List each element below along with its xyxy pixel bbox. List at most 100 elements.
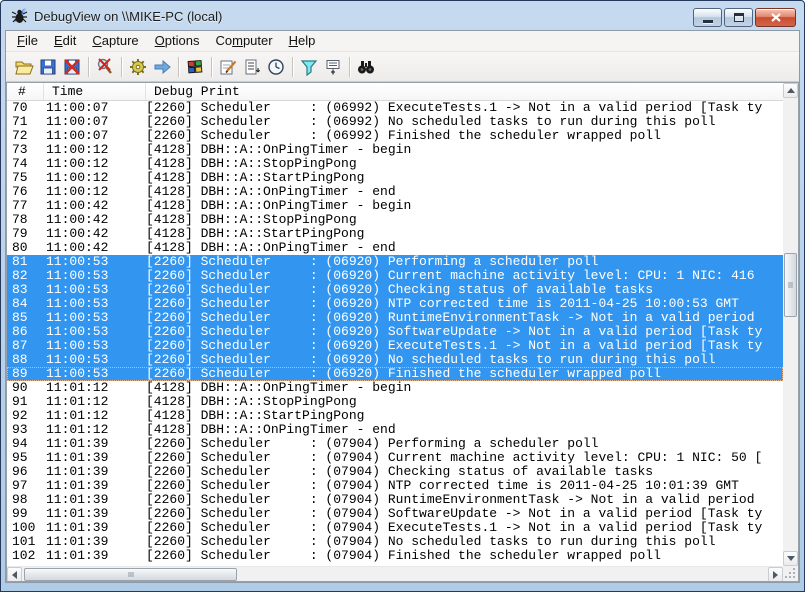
scroll-down-button[interactable] [783, 551, 798, 566]
log-row[interactable]: 8911:00:53[2260] Scheduler : (06920) Fin… [7, 367, 783, 381]
resize-grip[interactable] [783, 566, 798, 581]
menu-file[interactable]: File [9, 31, 46, 51]
log-row[interactable]: 7311:00:12[4128] DBH::A::OnPingTimer - b… [7, 143, 783, 157]
horizontal-scrollbar[interactable] [7, 566, 783, 581]
column-header-time[interactable]: Time [44, 83, 146, 100]
history-depth-button[interactable] [321, 55, 345, 79]
menu-computer[interactable]: Computer [207, 31, 280, 51]
log-row[interactable]: 10211:01:39[2260] Scheduler : (07904) Fi… [7, 549, 783, 563]
titlebar[interactable]: DebugView on \\MIKE-PC (local) [5, 1, 800, 30]
log-row[interactable]: 9411:01:39[2260] Scheduler : (07904) Per… [7, 437, 783, 451]
log-row[interactable]: 10111:01:39[2260] Scheduler : (07904) No… [7, 535, 783, 549]
log-row[interactable]: 8211:00:53[2260] Scheduler : (06920) Cur… [7, 269, 783, 283]
column-header-debug-print[interactable]: Debug Print [146, 83, 783, 100]
row-number: 94 [7, 437, 44, 451]
scroll-right-button[interactable] [768, 567, 783, 582]
always-on-top-button[interactable] [240, 55, 264, 79]
row-debug-print: [4128] DBH::A::StopPingPong [146, 395, 783, 409]
log-row[interactable]: 7811:00:42[4128] DBH::A::StopPingPong [7, 213, 783, 227]
row-debug-print: [2260] Scheduler : (07904) No scheduled … [146, 535, 783, 549]
log-row[interactable]: 7711:00:42[4128] DBH::A::OnPingTimer - b… [7, 199, 783, 213]
close-log-button[interactable] [60, 55, 84, 79]
log-row[interactable]: 9111:01:12[4128] DBH::A::StopPingPong [7, 395, 783, 409]
row-debug-print: [4128] DBH::A::OnPingTimer - end [146, 185, 783, 199]
close-button[interactable] [755, 8, 796, 27]
menu-capture[interactable]: Capture [84, 31, 146, 51]
clock-time-button[interactable] [264, 55, 288, 79]
scroll-left-button[interactable] [7, 567, 22, 582]
log-row[interactable]: 7011:00:07[2260] Scheduler : (06992) Exe… [7, 101, 783, 115]
row-time: 11:00:53 [44, 297, 146, 311]
arrow-right-icon [773, 571, 778, 579]
log-row[interactable]: 9911:01:39[2260] Scheduler : (07904) Sof… [7, 507, 783, 521]
row-debug-print: [2260] Scheduler : (06920) Finished the … [146, 367, 783, 381]
debugview-bug-icon[interactable] [11, 8, 28, 25]
row-number: 102 [7, 549, 44, 563]
log-row[interactable]: 9311:01:12[4128] DBH::A::OnPingTimer - e… [7, 423, 783, 437]
capture-toggle-button[interactable] [93, 55, 117, 79]
log-row[interactable]: 8611:00:53[2260] Scheduler : (06920) Sof… [7, 325, 783, 339]
menu-edit[interactable]: Edit [46, 31, 84, 51]
toolbar [6, 52, 799, 82]
row-debug-print: [2260] Scheduler : (06920) Performing a … [146, 255, 783, 269]
passthrough-button[interactable] [150, 55, 174, 79]
row-time: 11:00:53 [44, 339, 146, 353]
log-boot-button[interactable] [216, 55, 240, 79]
row-number: 86 [7, 325, 44, 339]
log-row[interactable]: 7911:00:42[4128] DBH::A::StartPingPong [7, 227, 783, 241]
log-row[interactable]: 8411:00:53[2260] Scheduler : (06920) NTP… [7, 297, 783, 311]
document-lines-icon [242, 57, 262, 77]
row-time: 11:00:12 [44, 185, 146, 199]
arrow-left-icon [12, 571, 17, 579]
column-header-number[interactable]: # [7, 83, 44, 100]
log-list: # Time Debug Print 7011:00:07[2260] Sche… [6, 82, 799, 582]
horizontal-scroll-thumb[interactable] [24, 568, 237, 581]
log-row[interactable]: 8811:00:53[2260] Scheduler : (06920) No … [7, 353, 783, 367]
row-number: 85 [7, 311, 44, 325]
scroll-up-button[interactable] [783, 83, 798, 98]
log-row[interactable]: 9611:01:39[2260] Scheduler : (07904) Che… [7, 465, 783, 479]
row-time: 11:00:53 [44, 353, 146, 367]
vertical-scrollbar[interactable] [783, 83, 798, 566]
menu-help[interactable]: Help [281, 31, 324, 51]
open-log-button[interactable] [12, 55, 36, 79]
log-row[interactable]: 9811:01:39[2260] Scheduler : (07904) Run… [7, 493, 783, 507]
log-row[interactable]: 7211:00:07[2260] Scheduler : (06992) Fin… [7, 129, 783, 143]
log-row[interactable]: 9711:01:39[2260] Scheduler : (07904) NTP… [7, 479, 783, 493]
capture-global-button[interactable] [126, 55, 150, 79]
log-row[interactable]: 8511:00:53[2260] Scheduler : (06920) Run… [7, 311, 783, 325]
row-time: 11:01:12 [44, 381, 146, 395]
toolbar-separator [292, 57, 293, 77]
log-row[interactable]: 8711:00:53[2260] Scheduler : (06920) Exe… [7, 339, 783, 353]
row-debug-print: [4128] DBH::A::StartPingPong [146, 171, 783, 185]
menu-options[interactable]: Options [147, 31, 208, 51]
row-time: 11:00:12 [44, 171, 146, 185]
find-button[interactable] [354, 55, 378, 79]
row-number: 75 [7, 171, 44, 185]
log-row[interactable]: 9211:01:12[4128] DBH::A::StartPingPong [7, 409, 783, 423]
minimize-button[interactable] [693, 8, 722, 27]
log-row[interactable]: 8011:00:42[4128] DBH::A::OnPingTimer - e… [7, 241, 783, 255]
row-debug-print: [2260] Scheduler : (07904) ExecuteTests.… [146, 521, 783, 535]
row-time: 11:01:39 [44, 549, 146, 563]
log-row[interactable]: 7611:00:12[4128] DBH::A::OnPingTimer - e… [7, 185, 783, 199]
vertical-scroll-thumb[interactable] [784, 253, 797, 317]
log-row[interactable]: 9011:01:12[4128] DBH::A::OnPingTimer - b… [7, 381, 783, 395]
notepad-pencil-icon [218, 57, 238, 77]
row-debug-print: [2260] Scheduler : (07904) Finished the … [146, 549, 783, 563]
row-debug-print: [4128] DBH::A::StartPingPong [146, 409, 783, 423]
filter-highlight-button[interactable] [297, 55, 321, 79]
capture-win32-button[interactable] [183, 55, 207, 79]
log-row[interactable]: 7411:00:12[4128] DBH::A::StopPingPong [7, 157, 783, 171]
log-row[interactable]: 8311:00:53[2260] Scheduler : (06920) Che… [7, 283, 783, 297]
log-row[interactable]: 7111:00:07[2260] Scheduler : (06992) No … [7, 115, 783, 129]
log-row[interactable]: 9511:01:39[2260] Scheduler : (07904) Cur… [7, 451, 783, 465]
maximize-button[interactable] [724, 8, 753, 27]
row-number: 89 [7, 367, 44, 381]
save-log-button[interactable] [36, 55, 60, 79]
log-row[interactable]: 10011:01:39[2260] Scheduler : (07904) Ex… [7, 521, 783, 535]
log-row[interactable]: 7511:00:12[4128] DBH::A::StartPingPong [7, 171, 783, 185]
row-debug-print: [4128] DBH::A::StopPingPong [146, 213, 783, 227]
log-row[interactable]: 8111:00:53[2260] Scheduler : (06920) Per… [7, 255, 783, 269]
toolbar-separator [349, 57, 350, 77]
